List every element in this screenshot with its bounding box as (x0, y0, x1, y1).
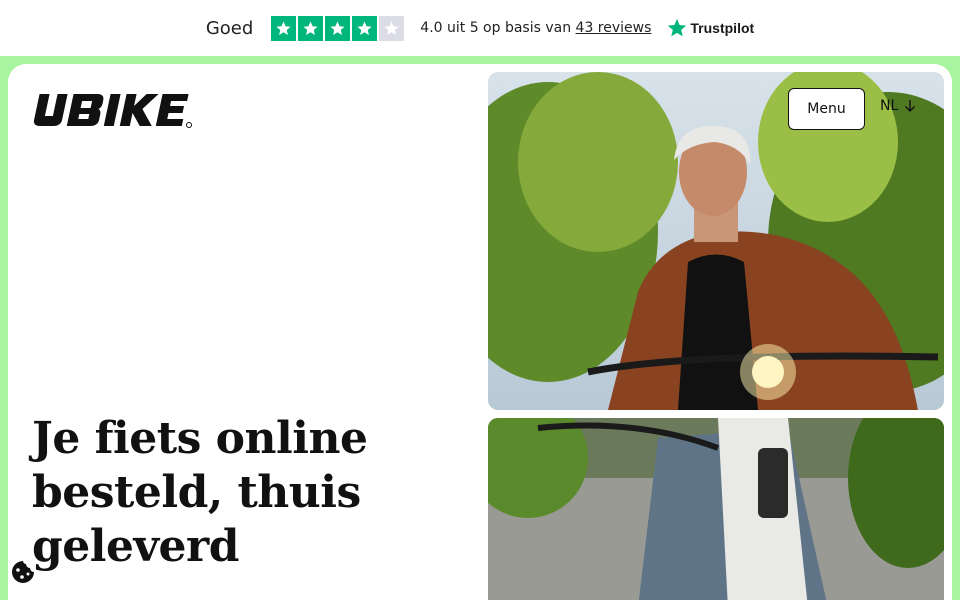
star-icon (271, 15, 297, 41)
menu-button[interactable]: Menu (788, 88, 865, 130)
hero-title: Je fiets online besteld, thuis geleverd (32, 413, 368, 572)
star-empty-icon (379, 15, 405, 41)
trustpilot-brand: Trustpilot (690, 20, 755, 36)
trustpilot-summary-prefix: 4.0 uit 5 op basis van (420, 20, 572, 36)
arrow-down-icon (905, 100, 916, 112)
language-label: NL (880, 98, 899, 114)
trustpilot-summary: 4.0 uit 5 op basis van 43 reviews (420, 20, 651, 36)
trustpilot-bar: Goed 4.0 uit 5 op basis van 43 reviews T… (0, 0, 960, 56)
trustpilot-rating-word: Goed (205, 17, 254, 39)
trustpilot-logo[interactable]: Trustpilot (667, 18, 754, 38)
star-icon (325, 15, 351, 41)
trustpilot-star-icon (668, 18, 687, 37)
ubike-logo-mark (33, 94, 192, 128)
trustpilot-stars (271, 15, 405, 41)
trustpilot-reviews-link[interactable]: 43 reviews (576, 20, 652, 36)
language-selector[interactable]: NL (880, 98, 916, 114)
star-icon (298, 15, 324, 41)
ubike-logo[interactable] (32, 92, 194, 128)
star-icon (352, 15, 378, 41)
hero-photo-bottom (488, 418, 944, 600)
cookie-icon[interactable] (9, 558, 37, 586)
hero-photo-top (488, 72, 944, 410)
